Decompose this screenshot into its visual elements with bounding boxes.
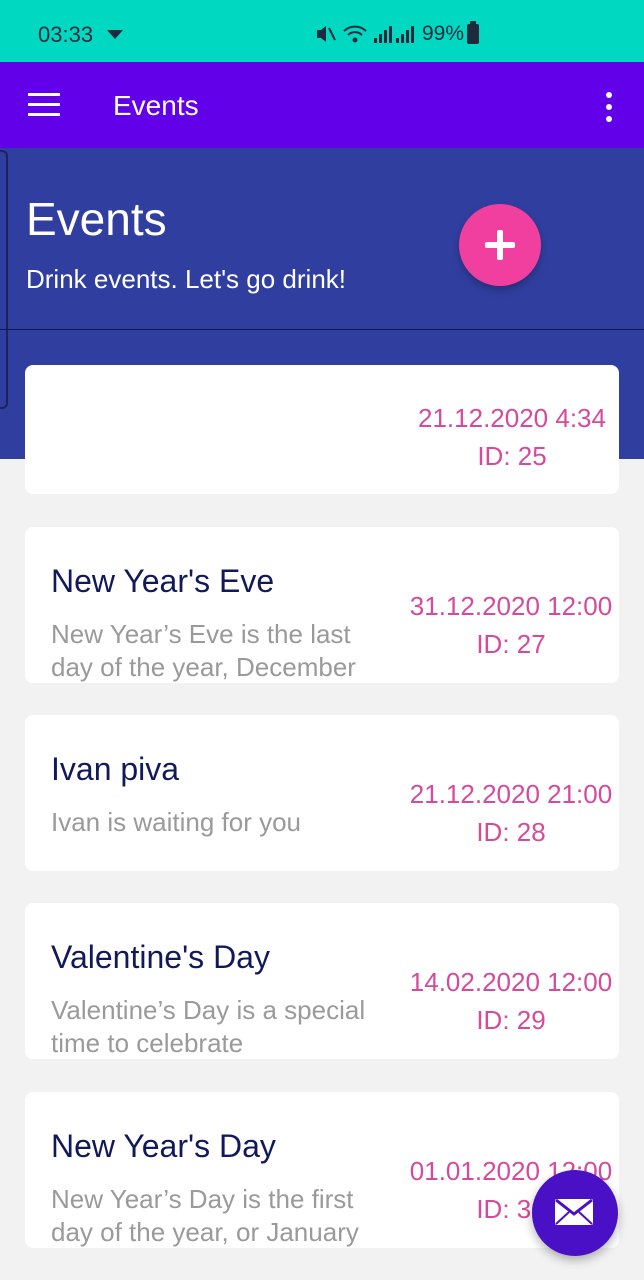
event-date: 21.12.2020 21:00	[409, 779, 613, 809]
battery-icon	[467, 21, 479, 44]
battery-percent: 99%	[422, 22, 465, 45]
event-card[interactable]: Ivan piva Ivan is waiting for you 21.12.…	[25, 715, 619, 871]
event-title: New Year's Eve	[51, 563, 275, 599]
status-time: 03:33	[38, 22, 94, 47]
signal-icon	[374, 26, 414, 43]
event-description: New Year’s Eve is the last day of the ye…	[51, 619, 356, 682]
app-bar: Events	[0, 62, 644, 148]
add-event-button[interactable]	[459, 204, 541, 286]
event-title: Valentine's Day	[51, 939, 270, 975]
event-description: Ivan is waiting for you	[51, 807, 302, 837]
event-description: New Year’s Day is the first day of the y…	[51, 1184, 359, 1247]
event-id: ID: 29	[476, 1005, 546, 1035]
mail-button[interactable]	[532, 1170, 618, 1256]
event-description: Valentine’s Day is a special time to cel…	[51, 995, 366, 1058]
menu-icon[interactable]	[28, 93, 60, 117]
event-id: ID: 27	[476, 629, 546, 659]
event-id: ID: 25	[477, 441, 547, 471]
event-id: ID: 28	[476, 817, 546, 847]
event-date: 31.12.2020 12:00	[409, 591, 613, 621]
event-title: New Year's Day	[51, 1128, 276, 1164]
mute-icon	[317, 26, 336, 42]
more-vert-icon[interactable]	[596, 92, 622, 122]
event-card[interactable]: New Year's Day New Year’s Day is the fir…	[25, 1092, 619, 1248]
page-subtitle: Drink events. Let's go drink!	[26, 264, 346, 294]
event-card[interactable]: 21.12.2020 4:34 ID: 25	[25, 365, 619, 494]
event-card[interactable]: Valentine's Day Valentine’s Day is a spe…	[25, 903, 619, 1059]
plus-icon	[485, 230, 515, 260]
page-title: Events	[26, 193, 167, 245]
drawer-edge-handle[interactable]	[0, 150, 8, 409]
app-bar-title: Events	[113, 90, 199, 121]
notification-caret-icon	[107, 30, 123, 39]
event-date: 14.02.2020 12:00	[409, 967, 613, 997]
wifi-icon	[343, 25, 367, 43]
event-title: Ivan piva	[51, 751, 180, 787]
event-date: 21.12.2020 4:34	[418, 403, 606, 433]
event-card[interactable]: New Year's Eve New Year’s Eve is the las…	[25, 527, 619, 683]
status-bar: 03:33 99%	[0, 0, 644, 62]
header-divider	[0, 329, 644, 330]
mail-icon	[555, 1199, 593, 1225]
